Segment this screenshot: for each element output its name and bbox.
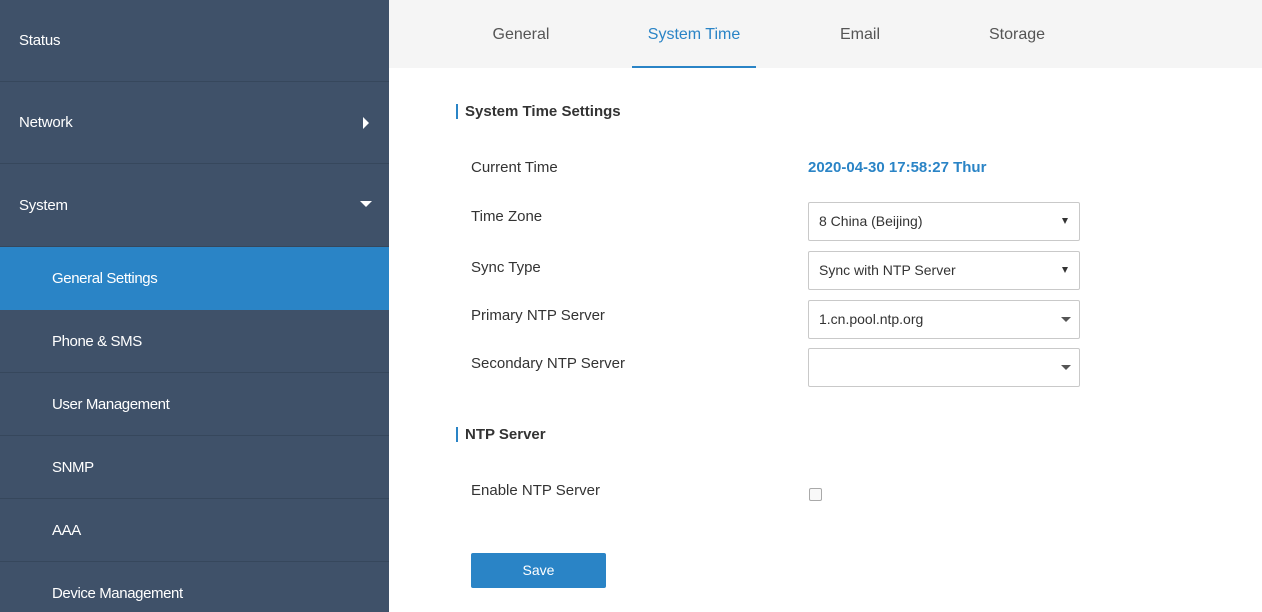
dropdown-arrow-icon[interactable] bbox=[1061, 365, 1071, 370]
sync-type-label: Sync Type bbox=[471, 259, 541, 276]
sidebar-item-network[interactable]: Network bbox=[0, 82, 389, 164]
sidebar-item-user-management[interactable]: User Management bbox=[0, 373, 389, 436]
sidebar-item-label: AAA bbox=[52, 521, 81, 539]
sync-type-select[interactable]: Sync with NTP Server bbox=[808, 251, 1080, 290]
enable-ntp-checkbox[interactable] bbox=[809, 488, 822, 501]
tab-bar: General System Time Email Storage bbox=[389, 0, 1262, 68]
secondary-ntp-input[interactable] bbox=[808, 348, 1080, 387]
chevron-down-icon bbox=[360, 201, 372, 207]
chevron-right-icon bbox=[363, 116, 369, 129]
current-time-value: 2020-04-30 17:58:27 Thur bbox=[808, 159, 987, 176]
sidebar-item-label: Status bbox=[19, 32, 61, 49]
tab-storage[interactable]: Storage bbox=[973, 0, 1061, 68]
main-content: General System Time Email Storage System… bbox=[389, 0, 1262, 612]
section-title-system-time: System Time Settings bbox=[456, 103, 621, 120]
dropdown-arrow-icon[interactable] bbox=[1061, 317, 1071, 322]
time-zone-value: 8 China (Beijing) bbox=[819, 213, 923, 229]
sidebar-item-label: Device Management bbox=[52, 584, 183, 602]
secondary-ntp-label: Secondary NTP Server bbox=[471, 355, 625, 372]
save-button[interactable]: Save bbox=[471, 553, 606, 588]
sidebar-item-status[interactable]: Status bbox=[0, 0, 389, 82]
dropdown-arrow-icon bbox=[1062, 267, 1068, 273]
sync-type-value: Sync with NTP Server bbox=[819, 262, 956, 278]
section-title-text: NTP Server bbox=[465, 426, 546, 443]
time-zone-select[interactable]: 8 China (Beijing) bbox=[808, 202, 1080, 241]
sidebar-item-snmp[interactable]: SNMP bbox=[0, 436, 389, 499]
sidebar-item-device-management[interactable]: Device Management bbox=[0, 562, 389, 612]
dropdown-arrow-icon bbox=[1062, 218, 1068, 224]
sidebar-item-label: User Management bbox=[52, 395, 170, 413]
primary-ntp-label: Primary NTP Server bbox=[471, 307, 605, 324]
sidebar-item-label: System bbox=[19, 196, 68, 214]
sidebar-item-label: SNMP bbox=[52, 458, 94, 476]
current-time-label: Current Time bbox=[471, 159, 558, 176]
sidebar-item-aaa[interactable]: AAA bbox=[0, 499, 389, 562]
sidebar-item-system[interactable]: System bbox=[0, 164, 389, 247]
sidebar-item-general-settings[interactable]: General Settings bbox=[0, 247, 389, 310]
enable-ntp-label: Enable NTP Server bbox=[471, 482, 600, 499]
tab-general[interactable]: General bbox=[476, 0, 566, 68]
tab-email[interactable]: Email bbox=[820, 0, 900, 68]
section-accent-bar bbox=[456, 104, 458, 119]
section-title-ntp-server: NTP Server bbox=[456, 426, 546, 443]
primary-ntp-input[interactable]: 1.cn.pool.ntp.org bbox=[808, 300, 1080, 339]
sidebar-item-label: Network bbox=[19, 114, 73, 131]
sidebar-item-label: Phone & SMS bbox=[52, 332, 142, 350]
section-accent-bar bbox=[456, 427, 458, 442]
section-title-text: System Time Settings bbox=[465, 103, 621, 120]
sidebar-item-label: General Settings bbox=[52, 269, 158, 287]
time-zone-label: Time Zone bbox=[471, 208, 543, 225]
sidebar-item-phone-sms[interactable]: Phone & SMS bbox=[0, 310, 389, 373]
sidebar: Status Network System General Settings P… bbox=[0, 0, 389, 612]
primary-ntp-value: 1.cn.pool.ntp.org bbox=[819, 311, 924, 327]
tab-system-time[interactable]: System Time bbox=[632, 0, 756, 68]
